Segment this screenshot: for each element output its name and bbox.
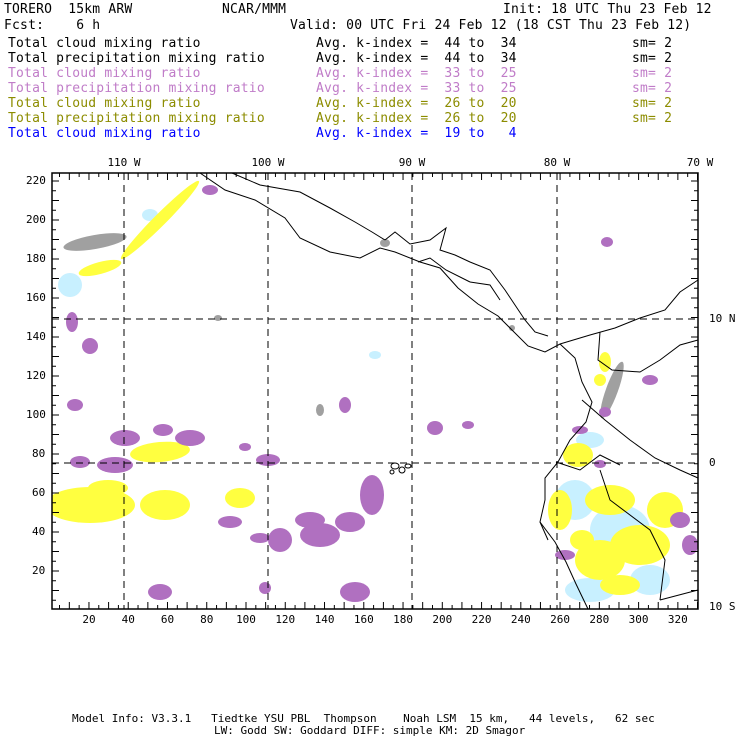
magenta-field-area	[427, 421, 443, 435]
y-tick-label: 220	[26, 174, 46, 187]
magenta-field-area	[97, 457, 133, 473]
x-tick-label: 260	[550, 613, 571, 626]
magenta-field-area	[340, 582, 370, 602]
x-tick-label: 320	[667, 613, 688, 626]
magenta-field-area	[670, 512, 690, 528]
magenta-field-area	[572, 426, 588, 434]
yellow-field-area	[548, 490, 572, 530]
magenta-field-area	[599, 407, 611, 417]
magenta-field-area	[110, 430, 140, 446]
longitude-label: 90 W	[398, 156, 426, 169]
gray-field-area	[380, 239, 390, 247]
yellow-field-area	[570, 530, 594, 550]
lightblue-field-area	[58, 273, 82, 297]
y-tick-label: 100	[26, 408, 46, 421]
latitude-label: 10 S	[709, 600, 736, 613]
galapagos-island	[389, 469, 395, 475]
y-tick-label: 120	[26, 369, 46, 382]
x-tick-label: 120	[275, 613, 296, 626]
longitude-label: 110 W	[107, 156, 141, 169]
magenta-field-area	[66, 312, 78, 332]
x-tick-label: 100	[236, 613, 256, 626]
x-tick-label: 200	[432, 613, 453, 626]
x-tick-label: 140	[314, 613, 335, 626]
x-tick-label: 20	[82, 613, 96, 626]
yellow-field-area	[600, 575, 640, 595]
latitude-label: 10 N	[709, 312, 736, 325]
coastline	[384, 226, 549, 337]
magenta-field-area	[250, 533, 270, 543]
gray-field-area	[63, 233, 127, 251]
x-tick-label: 40	[121, 613, 135, 626]
galapagos-island	[404, 463, 412, 469]
coastline	[417, 257, 471, 283]
lightblue-field-area	[369, 351, 381, 359]
magenta-field-area	[601, 237, 613, 247]
y-tick-label: 200	[26, 213, 46, 226]
y-tick-label: 60	[32, 486, 46, 499]
coastline	[559, 279, 699, 345]
coastline	[659, 589, 699, 601]
x-tick-label: 60	[160, 613, 175, 626]
magenta-field-area	[360, 475, 384, 515]
y-tick-label: 140	[26, 330, 46, 343]
x-tick-label: 80	[200, 613, 214, 626]
y-tick-label: 160	[26, 291, 46, 304]
fields-layer	[52, 180, 698, 602]
magenta-field-area	[67, 399, 83, 411]
longitude-label: 80 W	[543, 156, 571, 169]
galapagos-island	[398, 466, 406, 474]
magenta-field-area	[594, 460, 606, 468]
magenta-field-area	[70, 456, 90, 468]
magenta-field-area	[295, 512, 325, 528]
magenta-field-area	[462, 421, 474, 429]
magenta-field-area	[82, 338, 98, 354]
model-info-line2: LW: Godd SW: Goddard DIFF: simple KM: 2D…	[214, 724, 526, 737]
magenta-field-area	[335, 512, 365, 532]
y-tick-label: 20	[32, 564, 46, 577]
magenta-field-area	[259, 582, 271, 594]
x-tick-label: 280	[589, 613, 610, 626]
yellow-field-area	[88, 480, 128, 496]
gray-field-area	[214, 315, 222, 321]
coastline	[231, 172, 386, 241]
magenta-field-area	[239, 443, 251, 451]
yellow-field-area	[594, 374, 606, 386]
map-plot	[51, 172, 699, 610]
magenta-field-area	[148, 584, 172, 600]
x-tick-label: 220	[471, 613, 492, 626]
latitude-label: 0	[709, 456, 716, 469]
magenta-field-area	[175, 430, 205, 446]
x-tick-label: 180	[393, 613, 413, 626]
magenta-field-area	[153, 424, 173, 436]
y-tick-label: 40	[32, 525, 46, 538]
coastline	[469, 281, 501, 301]
coastline	[199, 172, 593, 610]
y-tick-label: 80	[32, 447, 46, 460]
galapagos-island	[390, 462, 400, 470]
yellow-field-area	[140, 490, 190, 520]
yellow-field-area	[78, 259, 122, 277]
y-tick-label: 180	[26, 252, 46, 265]
magenta-field-area	[218, 516, 242, 528]
x-tick-label: 160	[353, 613, 374, 626]
yellow-field-area	[120, 180, 200, 260]
longitude-label: 100 W	[251, 156, 285, 169]
magenta-field-area	[642, 375, 658, 385]
gray-field-area	[316, 404, 324, 416]
coastline	[597, 331, 699, 373]
x-tick-label: 300	[628, 613, 649, 626]
magenta-field-area	[202, 185, 218, 195]
magenta-field-area	[339, 397, 351, 413]
yellow-field-area	[225, 488, 255, 508]
longitude-label: 70 W	[686, 156, 714, 169]
magenta-field-area	[268, 528, 292, 552]
x-tick-label: 240	[510, 613, 531, 626]
magenta-field-area	[555, 550, 575, 560]
